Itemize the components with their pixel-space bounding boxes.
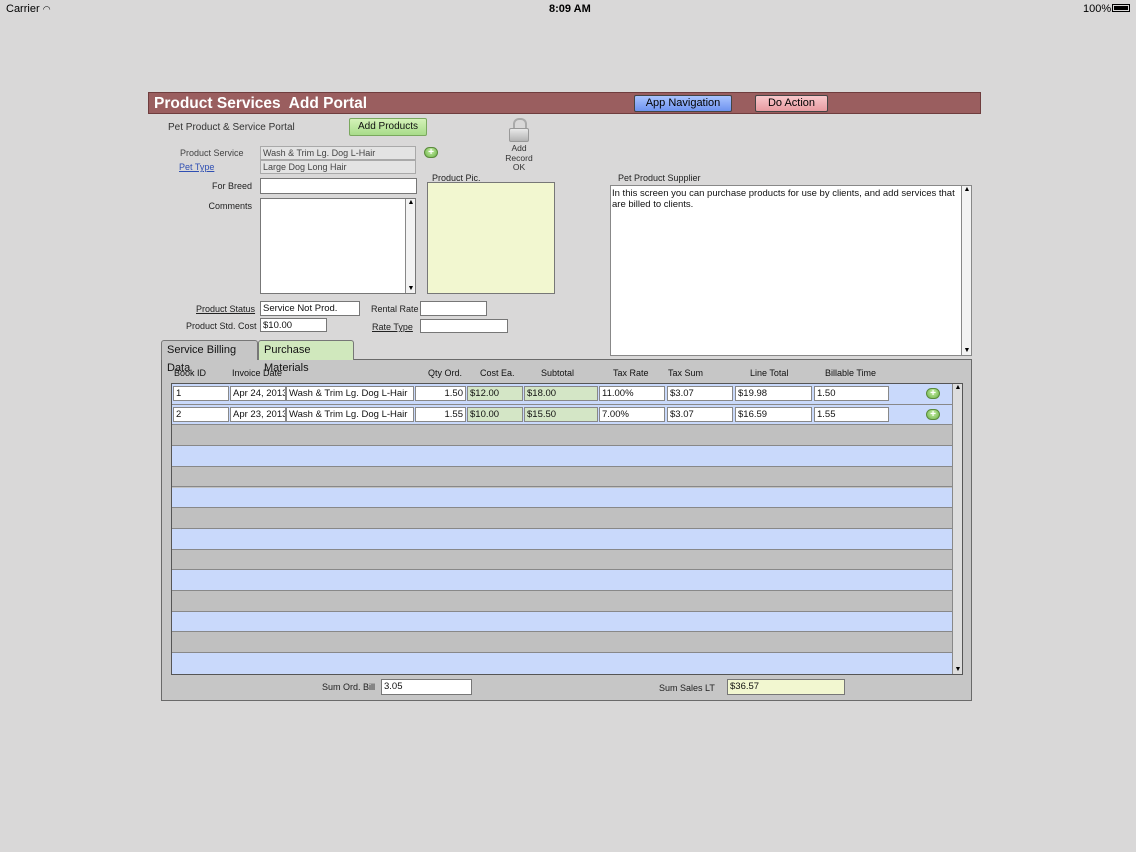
col-invoice-date: Invoice Date: [232, 368, 283, 378]
book-id-cell[interactable]: 2: [173, 406, 229, 422]
scroll-down-arrow-icon[interactable]: ▼: [953, 666, 962, 674]
rate-type-field[interactable]: [420, 319, 508, 333]
sum-ord-bill-field[interactable]: 3.05: [381, 679, 472, 695]
cost-cell[interactable]: $12.00: [467, 386, 523, 401]
col-billable-time: Billable Time: [825, 368, 877, 378]
for-breed-field[interactable]: [260, 178, 417, 194]
add-products-button[interactable]: Add Products: [349, 118, 427, 136]
subtotal-cell[interactable]: $18.00: [524, 386, 598, 401]
supplier-notes-text: In this screen you can purchase products…: [612, 188, 955, 210]
row-plus-icon[interactable]: +: [926, 388, 940, 399]
billable-time-cell[interactable]: 1.55: [814, 406, 889, 422]
cost-cell[interactable]: $10.00: [467, 406, 523, 422]
rental-rate-label: Rental Rate: [371, 304, 419, 314]
billable-time-cell[interactable]: 1.50: [814, 386, 889, 401]
battery-icon: [1112, 4, 1130, 12]
for-breed-label: For Breed: [211, 181, 252, 191]
table-row[interactable]: [172, 591, 953, 612]
invoice-date-cell[interactable]: Apr 23, 2013: [230, 406, 286, 422]
scroll-down-arrow-icon[interactable]: ▼: [406, 285, 415, 293]
table-row[interactable]: [172, 466, 953, 488]
product-service-field[interactable]: Wash & Trim Lg. Dog L-Hair: [260, 146, 416, 160]
service-cell[interactable]: Wash & Trim Lg. Dog L-Hair: [286, 406, 414, 422]
battery-label: 100%: [1083, 3, 1112, 15]
lock-icon: [509, 118, 529, 144]
add-record-label-3: OK: [512, 162, 526, 172]
table-row[interactable]: [172, 632, 953, 654]
pet-type-field[interactable]: Large Dog Long Hair: [260, 160, 416, 174]
col-cost-ea: Cost Ea.: [480, 368, 515, 378]
col-tax-sum: Tax Sum: [668, 368, 704, 378]
wifi-icon: ◠: [42, 4, 51, 14]
supplier-scrollbar[interactable]: ▲ ▼: [961, 186, 971, 355]
title-bar: Product Services Add Portal App Navigati…: [148, 92, 981, 114]
add-record-button[interactable]: Add Record OK: [505, 118, 533, 173]
page-title: Product Services Add Portal: [154, 95, 368, 112]
std-cost-field[interactable]: $10.00: [260, 318, 327, 332]
tab-service-billing-data[interactable]: Service Billing Data: [161, 340, 258, 374]
scroll-up-arrow-icon[interactable]: ▲: [962, 186, 972, 194]
pet-type-link[interactable]: Pet Type: [179, 162, 214, 172]
book-id-cell[interactable]: 1: [173, 386, 229, 401]
tax-rate-cell[interactable]: 7.00%: [599, 406, 665, 422]
tax-sum-cell[interactable]: $3.07: [667, 406, 733, 422]
sum-ord-bill-label: Sum Ord. Bill: [322, 682, 376, 692]
app-navigation-button[interactable]: App Navigation: [634, 95, 732, 112]
scroll-up-arrow-icon[interactable]: ▲: [406, 199, 415, 207]
scroll-up-arrow-icon[interactable]: ▲: [953, 384, 962, 392]
portal-scrollbar[interactable]: ▲ ▼: [952, 384, 962, 674]
table-row[interactable]: [172, 549, 953, 571]
line-total-cell[interactable]: $19.98: [735, 386, 812, 401]
service-cell[interactable]: Wash & Trim Lg. Dog L-Hair: [286, 386, 414, 401]
sum-sales-lt-field[interactable]: $36.57: [727, 679, 845, 695]
col-qty-ord: Qty Ord.: [428, 368, 463, 378]
table-row[interactable]: [172, 487, 953, 509]
comments-field[interactable]: ▲ ▼: [260, 198, 416, 294]
product-service-label: Product Service: [180, 148, 244, 158]
line-total-cell[interactable]: $16.59: [735, 406, 812, 422]
table-row[interactable]: [172, 653, 953, 674]
row-plus-icon[interactable]: +: [926, 408, 940, 420]
do-action-button[interactable]: Do Action: [755, 95, 828, 112]
rate-type-label: Rate Type: [372, 322, 413, 332]
tax-rate-cell[interactable]: 11.00%: [599, 386, 665, 401]
product-status-field[interactable]: Service Not Prod.: [260, 301, 360, 316]
portal-label: Pet Product & Service Portal: [168, 122, 295, 133]
tax-sum-cell[interactable]: $3.07: [667, 386, 733, 401]
table-row[interactable]: [172, 570, 953, 591]
qty-cell[interactable]: 1.50: [415, 386, 466, 401]
add-service-plus-icon[interactable]: +: [424, 147, 438, 158]
table-row[interactable]: 2 Apr 23, 2013 Wash & Trim Lg. Dog L-Hai…: [172, 404, 953, 426]
qty-cell[interactable]: 1.55: [415, 406, 466, 422]
col-book-id: Book ID: [174, 368, 207, 378]
table-row[interactable]: [172, 611, 953, 633]
clock: 8:09 AM: [549, 3, 591, 15]
table-row[interactable]: 1 Apr 24, 2013 Wash & Trim Lg. Dog L-Hai…: [172, 384, 953, 405]
subtotal-cell[interactable]: $15.50: [524, 406, 598, 422]
table-row[interactable]: [172, 425, 953, 447]
invoice-date-cell[interactable]: Apr 24, 2013: [230, 386, 286, 401]
supplier-label: Pet Product Supplier: [618, 173, 701, 183]
product-pic-container[interactable]: [427, 182, 555, 294]
col-tax-rate: Tax Rate: [613, 368, 649, 378]
table-row[interactable]: [172, 508, 953, 529]
std-cost-label: Product Std. Cost: [186, 321, 257, 331]
col-line-total: Line Total: [750, 368, 789, 378]
scroll-down-arrow-icon[interactable]: ▼: [962, 347, 972, 355]
supplier-notes-field[interactable]: In this screen you can purchase products…: [610, 185, 972, 356]
rental-rate-field[interactable]: [420, 301, 487, 316]
product-status-label: Product Status: [196, 304, 256, 314]
table-row[interactable]: [172, 528, 953, 550]
tab-purchase-materials[interactable]: Purchase Materials: [258, 340, 354, 374]
sum-sales-lt-label: Sum Sales LT: [659, 683, 715, 693]
carrier-label: Carrier ◠: [6, 3, 51, 15]
billing-portal[interactable]: 1 Apr 24, 2013 Wash & Trim Lg. Dog L-Hai…: [171, 383, 963, 675]
table-row[interactable]: [172, 446, 953, 467]
comments-label: Comments: [208, 201, 252, 211]
col-subtotal: Subtotal: [541, 368, 575, 378]
comments-scrollbar[interactable]: ▲ ▼: [405, 199, 415, 293]
